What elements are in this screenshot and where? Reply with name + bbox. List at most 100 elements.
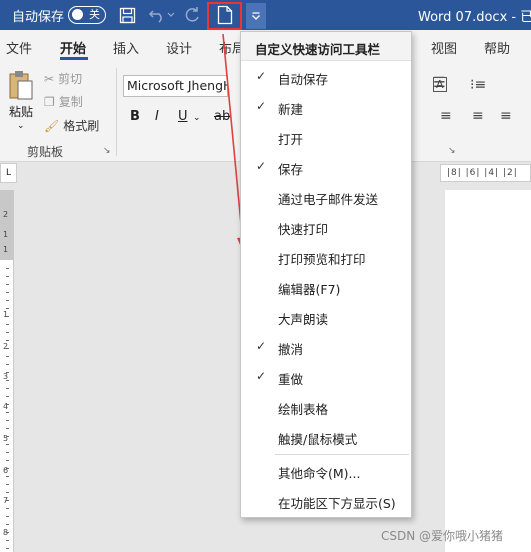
horizontal-ruler: |8| |6| |4| |2| xyxy=(440,164,531,182)
customize-qat-button[interactable] xyxy=(246,3,266,29)
underline-dropdown-icon[interactable]: ⌄ xyxy=(193,113,201,123)
ruler-tick xyxy=(6,492,9,493)
ruler-tick xyxy=(6,268,9,269)
ruler-tick xyxy=(6,356,9,357)
menu-item[interactable]: 通过电子邮件发送 xyxy=(241,183,411,211)
menu-item[interactable]: 绘制表格 xyxy=(241,393,411,421)
menu-item[interactable]: 打开 xyxy=(241,123,411,151)
document-page[interactable] xyxy=(445,190,531,552)
ruler-tick xyxy=(6,348,9,349)
menu-item-label: 绘制表格 xyxy=(278,402,329,417)
menu-item[interactable]: 打印预览和打印 xyxy=(241,243,411,271)
paste-dropdown-icon[interactable]: ⌄ xyxy=(17,121,25,131)
ruler-tick xyxy=(6,468,9,469)
ruler-tick xyxy=(6,324,9,325)
ruler-tick xyxy=(6,540,9,541)
redo-icon[interactable] xyxy=(181,4,203,26)
ruler-tick xyxy=(6,396,9,397)
ruler-tick xyxy=(6,508,9,509)
cut-button[interactable]: ✂ 剪切 xyxy=(44,70,82,87)
ruler-number: 1 xyxy=(3,310,9,319)
dialog-launcher-icon[interactable]: ↘ xyxy=(103,146,111,156)
underline-button[interactable]: U xyxy=(178,109,188,124)
check-icon: ✓ xyxy=(256,369,267,383)
menu-item-label: 打印预览和打印 xyxy=(278,252,366,267)
menu-item[interactable]: 触摸/鼠标模式 xyxy=(241,423,411,451)
check-icon: ✓ xyxy=(256,69,267,83)
tab-view[interactable]: 视图 xyxy=(431,38,457,57)
ruler-tick xyxy=(6,404,9,405)
paste-icon[interactable] xyxy=(8,70,34,106)
menu-item-label: 撤消 xyxy=(278,342,304,357)
ruler-tick xyxy=(6,428,9,429)
menu-item[interactable]: 在功能区下方显示(S) xyxy=(241,487,411,515)
ruler-tick xyxy=(6,308,9,309)
italic-button[interactable]: I xyxy=(155,109,159,124)
autosave-toggle[interactable]: 关 xyxy=(68,6,106,24)
menu-item[interactable]: ✓ 保存 xyxy=(241,153,411,181)
paste-label[interactable]: 粘贴 xyxy=(9,103,33,120)
tab-help[interactable]: 帮助 xyxy=(484,38,510,57)
menu-item-label: 快速打印 xyxy=(278,222,329,237)
tab-selector[interactable]: L xyxy=(0,163,17,183)
bold-button[interactable]: B xyxy=(130,109,140,124)
chevron-down-icon xyxy=(252,12,260,20)
check-icon: ✓ xyxy=(256,99,267,113)
autosave-state: 关 xyxy=(89,8,100,21)
menu-item[interactable]: 其他命令(M)... xyxy=(241,457,411,485)
ruler-tick xyxy=(6,364,9,365)
menu-item[interactable]: 快速打印 xyxy=(241,213,411,241)
menu-item-label: 自动保存 xyxy=(278,72,329,87)
ruler-tick xyxy=(6,420,9,421)
tab-file[interactable]: 文件 xyxy=(6,38,32,57)
undo-dropdown-icon[interactable] xyxy=(166,4,176,26)
ruler-number: 1 xyxy=(3,230,9,239)
tab-insert[interactable]: 插入 xyxy=(113,38,139,57)
font-name-input[interactable]: Microsoft JhengHei xyxy=(123,75,228,97)
ruler-tick xyxy=(6,380,9,381)
tab-home[interactable]: 开始 xyxy=(60,38,86,57)
group-separator xyxy=(116,68,117,156)
ruler-tick xyxy=(6,332,9,333)
copy-button[interactable]: ❐ 复制 xyxy=(44,93,83,110)
cut-label: 剪切 xyxy=(58,72,83,86)
align-center-icon[interactable]: ≡ xyxy=(472,108,484,124)
menu-item[interactable]: 编辑器(F7) xyxy=(241,273,411,301)
bullets-icon[interactable]: ⁝≡ xyxy=(470,77,486,93)
menu-item-label: 触摸/鼠标模式 xyxy=(278,432,358,447)
char-border-button[interactable]: A xyxy=(433,77,447,92)
copy-label: 复制 xyxy=(58,95,83,109)
ruler-tick xyxy=(6,516,9,517)
ruler-tick xyxy=(6,340,9,341)
paragraph-launcher-icon[interactable]: ↘ xyxy=(448,146,456,156)
ruler-tick xyxy=(6,372,9,373)
align-right-icon[interactable]: ≡ xyxy=(500,108,512,124)
menu-item-label: 重做 xyxy=(278,372,304,387)
align-left-icon[interactable]: ≡ xyxy=(440,108,452,124)
ruler-number: 2 xyxy=(3,342,9,351)
ruler-tick xyxy=(6,500,9,501)
save-icon[interactable] xyxy=(116,4,138,26)
copy-icon: ❐ xyxy=(44,94,55,109)
menu-separator xyxy=(275,454,409,455)
ruler-tick xyxy=(6,524,9,525)
watermark: CSDN @爱你哦小猪猪 xyxy=(381,529,504,543)
ruler-number: 1 xyxy=(3,245,9,254)
menu-item[interactable]: ✓ 重做 xyxy=(241,363,411,391)
scissors-icon: ✂ xyxy=(44,71,55,86)
format-painter-button[interactable]: 🖌 格式刷 xyxy=(44,117,99,134)
brush-icon: 🖌 xyxy=(44,118,60,133)
title-bar: 自动保存 关 Word 07.docx - 已保 xyxy=(0,0,531,30)
tab-design[interactable]: 设计 xyxy=(166,38,192,57)
strikethrough-button[interactable]: ab xyxy=(214,109,230,124)
undo-icon[interactable] xyxy=(146,4,168,26)
ruler-tick xyxy=(6,276,9,277)
menu-item-label: 打开 xyxy=(278,132,304,147)
menu-item[interactable]: ✓ 新建 xyxy=(241,93,411,121)
check-icon: ✓ xyxy=(256,159,267,173)
menu-item[interactable]: 大声朗读 xyxy=(241,303,411,331)
clipboard-group-label: 剪贴板 xyxy=(27,145,64,159)
menu-item[interactable]: ✓ 撤消 xyxy=(241,333,411,361)
menu-item[interactable]: ✓ 自动保存 xyxy=(241,63,411,91)
check-icon: ✓ xyxy=(256,339,267,353)
